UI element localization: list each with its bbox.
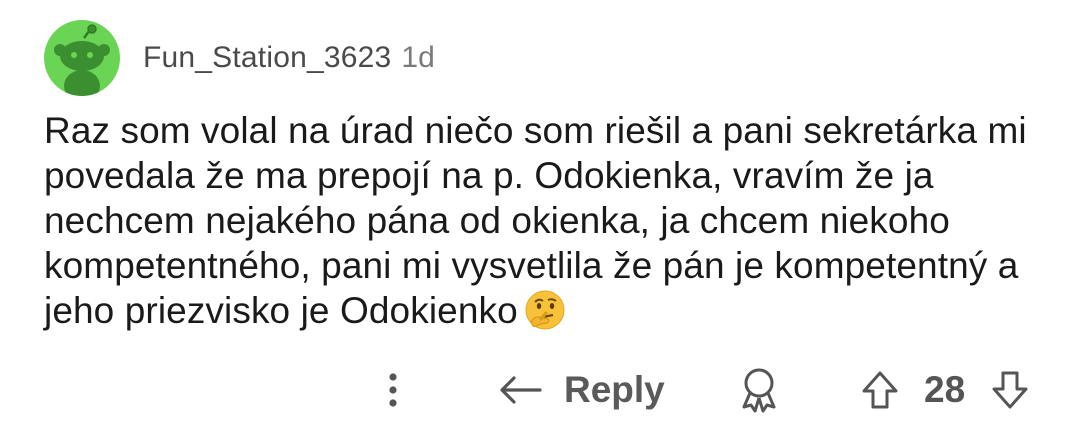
upvote-arrow-icon: [862, 371, 898, 409]
comment-body: Raz som volal na úrad niečo som riešil a…: [44, 108, 1044, 333]
award-icon: [742, 368, 776, 413]
thinking-face-icon: [524, 289, 566, 331]
author-name[interactable]: Fun_Station_3623: [143, 41, 391, 75]
reply-label: Reply: [564, 369, 665, 410]
upvote-button[interactable]: [860, 362, 900, 418]
comment-header: Fun_Station_3623 1d: [44, 20, 435, 96]
avatar[interactable]: [44, 20, 120, 96]
reply-arrow-icon: [500, 376, 542, 404]
downvote-arrow-icon: [992, 371, 1028, 409]
vote-score: 28: [924, 369, 966, 410]
comment: Fun_Station_3623 1d Raz som volal na úra…: [0, 0, 1080, 439]
award-button[interactable]: [738, 362, 780, 418]
comment-age: 1d: [401, 41, 435, 74]
more-options-button[interactable]: [378, 362, 408, 418]
comment-actions: Reply 28: [0, 362, 1080, 418]
snoo-avatar-icon: [54, 24, 110, 96]
reply-button[interactable]: Reply: [498, 362, 665, 418]
downvote-button[interactable]: [990, 362, 1030, 418]
more-vertical-icon: [389, 373, 397, 407]
